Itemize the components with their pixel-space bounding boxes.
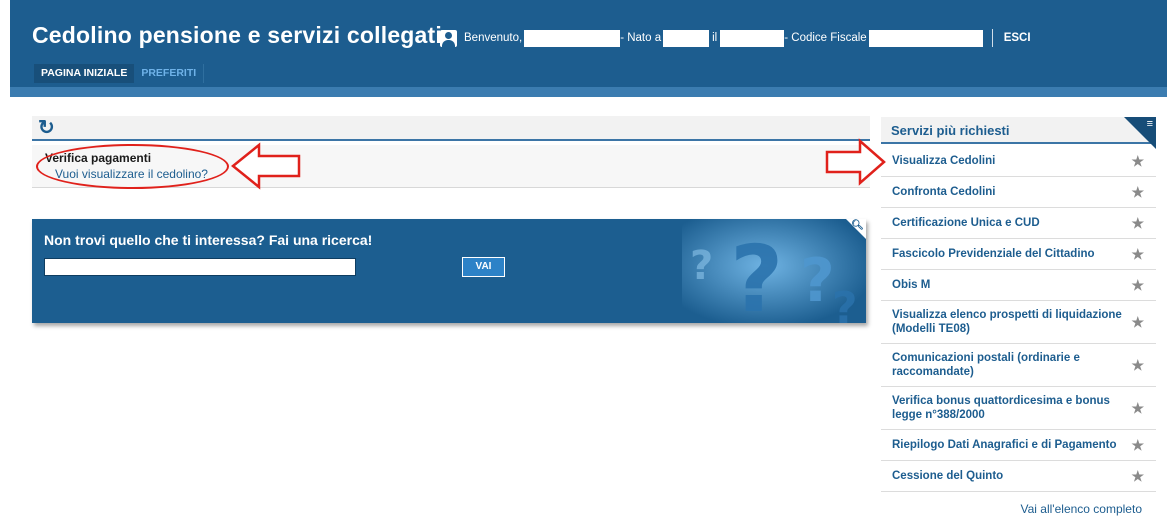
nav-favorites[interactable]: PREFERITI: [134, 64, 205, 83]
header-bottom-strip: [10, 87, 1167, 97]
list-item[interactable]: Visualizza Cedolini ★: [881, 146, 1156, 177]
list-item[interactable]: Fascicolo Previdenziale del Cittadino ★: [881, 239, 1156, 270]
user-icon: [440, 29, 457, 47]
born-label: - Nato a: [620, 32, 662, 44]
annotation-arrow-right-icon: [825, 138, 886, 186]
list-item[interactable]: Cessione del Quinto ★: [881, 461, 1156, 492]
service-label[interactable]: Cessione del Quinto: [892, 469, 1003, 483]
list-item[interactable]: Confronta Cedolini ★: [881, 177, 1156, 208]
page-title: Cedolino pensione e servizi collegati: [32, 22, 443, 48]
sidebar-title: Servizi più richiesti: [891, 123, 1010, 138]
redacted-name: [524, 29, 621, 47]
menu-icon[interactable]: ≡: [1147, 118, 1153, 130]
user-info-bar: Benvenuto, - Nato a il - Codice Fiscale …: [440, 29, 1031, 47]
service-label[interactable]: Obis M: [892, 278, 930, 292]
popular-services-sidebar: Servizi più richiesti ≡ Visualizza Cedol…: [881, 117, 1156, 516]
list-item[interactable]: Riepilogo Dati Anagrafici e di Pagamento…: [881, 430, 1156, 461]
app-header: Cedolino pensione e servizi collegati Be…: [10, 0, 1167, 97]
service-label[interactable]: Confronta Cedolini: [892, 185, 996, 199]
services-list: Visualizza Cedolini ★ Confronta Cedolini…: [881, 146, 1156, 492]
question-marks-decoration-icon: ? ? ? ?: [682, 219, 866, 323]
star-icon[interactable]: ★: [1131, 216, 1144, 230]
search-submit-button[interactable]: VAI: [462, 257, 505, 277]
star-icon[interactable]: ★: [1131, 278, 1144, 292]
service-label[interactable]: Riepilogo Dati Anagrafici e di Pagamento: [892, 438, 1117, 452]
star-icon[interactable]: ★: [1131, 154, 1144, 168]
on-label: il: [712, 32, 718, 44]
search-icon[interactable]: 🔍︎: [851, 220, 864, 231]
star-icon[interactable]: ★: [1131, 401, 1144, 415]
star-icon[interactable]: ★: [1131, 185, 1144, 199]
annotation-arrow-left-icon: [231, 142, 301, 190]
service-label[interactable]: Comunicazioni postali (ordinarie e racco…: [892, 351, 1126, 379]
header-divider: [991, 29, 993, 47]
list-item[interactable]: Obis M ★: [881, 270, 1156, 301]
annotation-ellipse: [36, 144, 229, 189]
svg-text:?: ?: [690, 243, 713, 289]
service-label[interactable]: Verifica bonus quattordicesima e bonus l…: [892, 394, 1126, 422]
service-label[interactable]: Visualizza Cedolini: [892, 154, 995, 168]
svg-text:?: ?: [832, 283, 858, 323]
nav-home[interactable]: PAGINA INIZIALE: [34, 64, 135, 83]
refresh-icon[interactable]: ↻: [38, 117, 55, 139]
redacted-fiscal-code: [868, 29, 983, 47]
full-list-link[interactable]: Vai all'elenco completo: [1021, 502, 1142, 516]
refresh-bar: ↻: [32, 116, 870, 141]
star-icon[interactable]: ★: [1131, 438, 1144, 452]
list-item[interactable]: Certificazione Unica e CUD ★: [881, 208, 1156, 239]
svg-text:?: ?: [800, 246, 835, 316]
redacted-birthdate: [720, 29, 785, 47]
logout-link[interactable]: ESCI: [1004, 32, 1031, 44]
list-item[interactable]: Verifica bonus quattordicesima e bonus l…: [881, 387, 1156, 430]
search-input[interactable]: [44, 258, 356, 276]
fiscal-code-label: - Codice Fiscale: [784, 32, 867, 44]
star-icon[interactable]: ★: [1131, 247, 1144, 261]
service-label[interactable]: Fascicolo Previdenziale del Cittadino: [892, 247, 1095, 261]
search-title: Non trovi quello che ti interessa? Fai u…: [44, 232, 373, 248]
search-panel: ? ? ? ? Non trovi quello che ti interess…: [32, 219, 866, 323]
star-icon[interactable]: ★: [1131, 315, 1144, 329]
service-label[interactable]: Certificazione Unica e CUD: [892, 216, 1040, 230]
sidebar-header: Servizi più richiesti: [881, 117, 1156, 144]
star-icon[interactable]: ★: [1131, 469, 1144, 483]
service-label[interactable]: Visualizza elenco prospetti di liquidazi…: [892, 308, 1126, 336]
main-nav: PAGINA INIZIALE PREFERITI: [34, 64, 205, 83]
star-icon[interactable]: ★: [1131, 358, 1144, 372]
list-item[interactable]: Comunicazioni postali (ordinarie e racco…: [881, 344, 1156, 387]
welcome-label: Benvenuto,: [464, 32, 523, 44]
redacted-birthplace: [663, 29, 710, 47]
svg-text:?: ?: [730, 226, 783, 323]
list-item[interactable]: Visualizza elenco prospetti di liquidazi…: [881, 301, 1156, 344]
